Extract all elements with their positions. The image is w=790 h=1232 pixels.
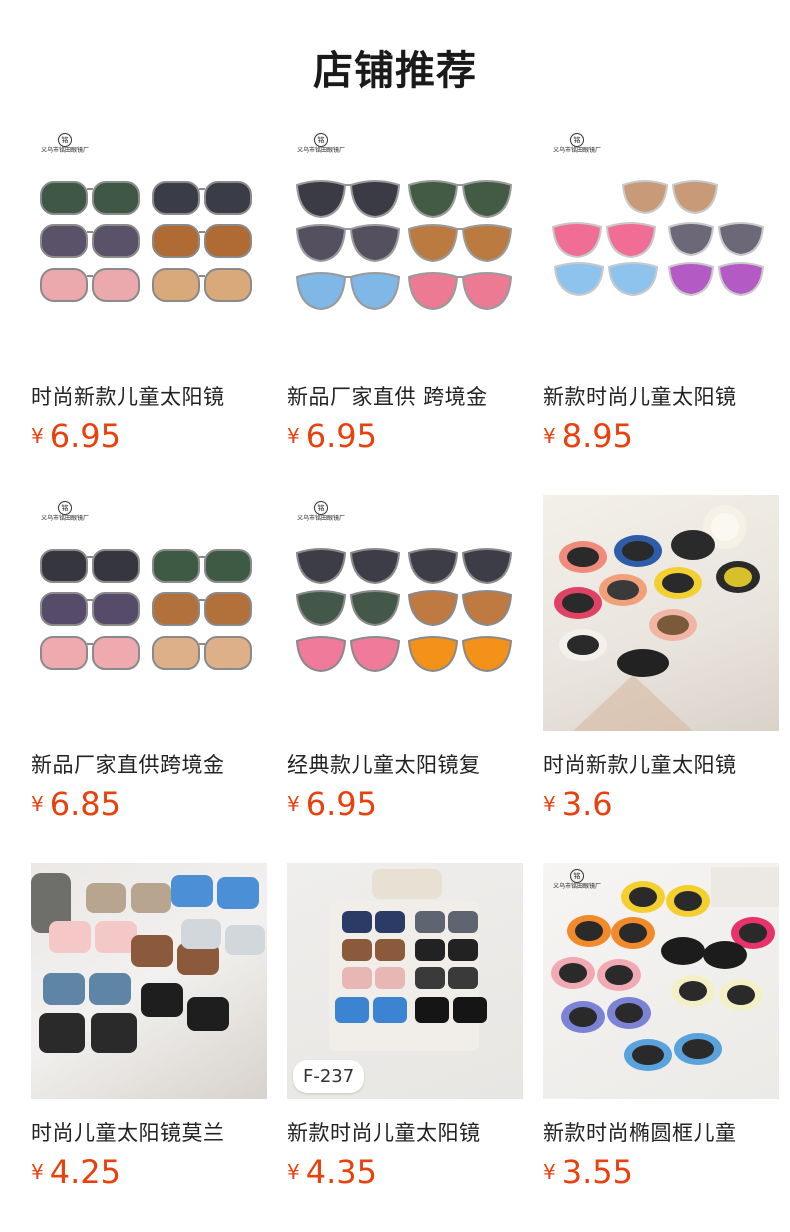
price-value: 6.85 xyxy=(49,785,121,823)
product-price: ¥4.25 xyxy=(31,1153,267,1191)
product-card[interactable]: 铭义乌市铭田眼镜厂 新款时尚椭圆框儿童 ¥ 3.55 xyxy=(543,863,779,1193)
product-name[interactable]: 新款时尚椭圆框儿童 xyxy=(543,1117,779,1147)
product-image[interactable]: 铭义乌市铭田眼镜厂 xyxy=(287,127,523,363)
price-value: 4.25 xyxy=(49,1153,121,1191)
sunglasses-photo xyxy=(40,549,252,670)
product-name[interactable]: 时尚儿童太阳镜莫兰 xyxy=(31,1117,267,1147)
price-value: 3.55 xyxy=(561,1153,633,1191)
currency-symbol: ¥ xyxy=(31,792,44,816)
product-price: ¥6.95 xyxy=(287,417,523,455)
product-card[interactable]: 铭义乌市铭田眼镜厂 新品厂家直供 跨境金 ¥6.95 xyxy=(287,127,523,457)
product-card[interactable]: 铭义乌市铭田眼镜厂 新品厂家直供跨境金 ¥6.85 xyxy=(31,495,267,825)
sunglasses-photo xyxy=(295,548,513,673)
page-title: 店铺推荐 xyxy=(313,48,477,94)
product-card[interactable]: F-237 新款时尚儿童太阳镜 ¥4.35 xyxy=(287,863,523,1193)
price-value: 3.6 xyxy=(561,785,613,823)
product-name[interactable]: 新款时尚儿童太阳镜 xyxy=(543,381,779,411)
product-card[interactable]: 铭义乌市铭田眼镜厂 经典款儿童太阳镜复 ¥6.95 xyxy=(287,495,523,825)
product-price: ¥4.35 xyxy=(287,1153,523,1191)
currency-symbol: ¥ xyxy=(543,792,556,816)
product-price: ¥8.95 xyxy=(543,417,779,455)
product-price: ¥6.95 xyxy=(31,417,267,455)
product-price: ¥6.85 xyxy=(31,785,267,823)
currency-symbol: ¥ xyxy=(31,424,44,448)
product-card[interactable]: 时尚新款儿童太阳镜 ¥3.6 xyxy=(543,495,779,825)
sunglasses-photo xyxy=(551,867,779,1071)
price-value: 8.95 xyxy=(561,417,633,455)
price-value: 6.95 xyxy=(305,417,377,455)
sunglasses-photo xyxy=(554,505,760,731)
currency-symbol: ¥ xyxy=(543,1160,556,1184)
product-image[interactable]: 铭义乌市铭田眼镜厂 xyxy=(287,495,523,731)
price-value: 4.35 xyxy=(305,1153,377,1191)
currency-symbol: ¥ xyxy=(287,1160,300,1184)
currency-symbol: ¥ xyxy=(287,792,300,816)
product-grid: 铭义乌市铭田眼镜厂 时尚新款儿童太阳镜 ¥6.95 铭义乌市铭田眼镜厂 新品厂家… xyxy=(31,127,783,1227)
product-card[interactable]: 铭义乌市铭田眼镜厂 新款时尚儿童太阳镜 ¥8.95 xyxy=(543,127,779,457)
product-image[interactable]: 铭义乌市铭田眼镜厂 xyxy=(543,127,779,363)
model-number-label: F-237 xyxy=(293,1060,365,1093)
currency-symbol: ¥ xyxy=(31,1160,44,1184)
product-name[interactable]: 新品厂家直供 跨境金 xyxy=(287,381,523,411)
product-image[interactable]: 铭义乌市铭田眼镜厂 xyxy=(543,863,779,1099)
product-price: ¥6.95 xyxy=(287,785,523,823)
product-image[interactable] xyxy=(543,495,779,731)
product-image[interactable]: F-237 xyxy=(287,863,523,1099)
recommend-page: 店铺推荐 铭义乌市铭田眼镜厂 时尚新款儿童太阳镜 ¥6.95 铭 义乌市铭田眼镜… xyxy=(0,0,790,1232)
price-value: 6.95 xyxy=(305,785,377,823)
product-image[interactable]: 铭义乌市铭田眼镜厂 xyxy=(31,495,267,731)
currency-symbol: ¥ xyxy=(287,424,300,448)
product-name[interactable]: 时尚新款儿童太阳镜 xyxy=(31,381,267,411)
product-card[interactable]: 铭义乌市铭田眼镜厂 时尚新款儿童太阳镜 ¥6.95 xyxy=(31,127,267,457)
product-image[interactable] xyxy=(31,863,267,1099)
product-card[interactable]: 时尚儿童太阳镜莫兰 ¥4.25 xyxy=(31,863,267,1193)
product-name[interactable]: 经典款儿童太阳镜复 xyxy=(287,749,523,779)
product-name[interactable]: 新款时尚儿童太阳镜 xyxy=(287,1117,523,1147)
product-price: ¥3.55 xyxy=(543,1153,779,1191)
sunglasses-photo xyxy=(551,180,765,297)
sunglasses-photo xyxy=(40,181,252,302)
price-value: 6.95 xyxy=(49,417,121,455)
product-name[interactable]: 时尚新款儿童太阳镜 xyxy=(543,749,779,779)
product-name[interactable]: 新品厂家直供跨境金 xyxy=(31,749,267,779)
currency-symbol: ¥ xyxy=(543,424,556,448)
product-image[interactable]: 铭义乌市铭田眼镜厂 xyxy=(31,127,267,363)
product-price: ¥3.6 xyxy=(543,785,779,823)
sunglasses-photo xyxy=(31,873,265,1053)
sunglasses-photo xyxy=(295,180,513,311)
